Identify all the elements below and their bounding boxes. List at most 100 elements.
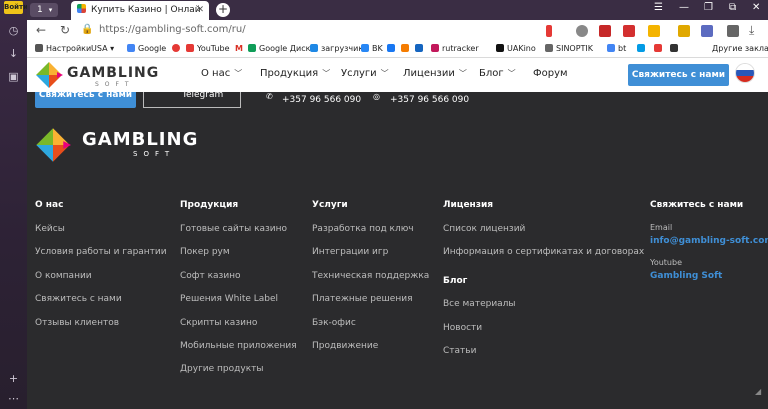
footer-title-services: Услуги [312,200,348,210]
footer-link[interactable]: Все материалы [443,299,516,309]
chevron-down-icon: ﹀ [322,69,331,78]
footer-link[interactable]: Новости [443,323,482,333]
ext-puzzle-icon[interactable] [701,25,713,37]
red-bookmark-icon [654,44,662,52]
menu-products[interactable]: Продукция ﹀ [260,68,330,79]
footer-link[interactable]: Интеграции игр [312,247,388,257]
gear-icon [35,44,43,52]
youtube-link[interactable]: Gambling Soft [650,271,722,281]
bookmark-item[interactable] [654,44,665,53]
bookmark-item[interactable] [637,44,648,53]
bookmark-item[interactable]: загрузчик [310,44,363,53]
bookmark-item[interactable]: BK [361,44,383,53]
ext-menu-icon[interactable] [727,25,739,37]
footer-title-products: Продукция [180,200,239,210]
menu-services[interactable]: Услуги ﹀ [341,68,389,79]
downloads-icon[interactable]: ⤓ [749,23,754,38]
tab-favicon-icon [77,4,86,13]
footer-link[interactable]: Покер рум [180,247,230,257]
logo-mark-icon [36,62,63,88]
gmail-icon[interactable]: M [235,44,243,53]
footer-link[interactable]: Готовые сайты казино [180,224,287,234]
footer-link[interactable]: Условия работы и гарантии [35,247,167,257]
back-icon[interactable]: ← [36,23,46,37]
bookmark-item[interactable]: bt [607,44,626,53]
ext-shield-icon[interactable] [599,25,611,37]
footer-link[interactable]: Разработка под ключ [312,224,414,234]
footer-link[interactable]: Статьи [443,346,476,356]
bookmark-item[interactable] [387,44,398,53]
g-icon [607,44,615,52]
active-tab[interactable]: Купить Казино | Онлай ✕ [71,1,209,20]
scroll-down-icon[interactable]: ◢ [755,387,761,396]
menu-icon[interactable]: ☰ [654,2,663,13]
bookmark-item[interactable]: SINOPTIK [545,44,593,53]
footer-link[interactable]: О компании [35,271,92,281]
menu-forum[interactable]: Форум [533,68,568,79]
footer-link[interactable]: Другие продукты [180,364,263,374]
ext-user-icon[interactable] [648,25,660,37]
restore-icon[interactable]: ⧉ [729,2,736,13]
profile-avatar[interactable]: Войти [4,1,28,14]
add-icon[interactable]: + [7,372,20,385]
bookmark-item[interactable] [670,44,681,53]
footer-link[interactable]: Софт казино [180,271,241,281]
sinoptik-icon [545,44,553,52]
bookmark-item[interactable]: UAKino [496,44,536,53]
bookmark-item[interactable]: Настройки [35,44,91,53]
footer-link[interactable]: Бэк-офис [312,318,356,328]
bookmark-item[interactable]: Google [127,44,166,53]
ext-globe-icon[interactable] [576,25,588,37]
close-tab-icon[interactable]: ✕ [196,1,204,20]
footer-link[interactable]: Мобильные приложения [180,341,297,351]
phone-icon: ✆ [266,92,273,101]
chevron-down-icon: ﹀ [380,69,389,78]
new-tab-button[interactable]: + [216,3,230,17]
bookmark-item[interactable]: rutracker [431,44,479,53]
footer-link[interactable]: Отзывы клиентов [35,318,119,328]
bookmark-item[interactable]: Google Диск [248,44,310,53]
footer-link[interactable]: Кейсы [35,224,65,234]
other-bookmarks[interactable]: Другие закладки [712,44,768,53]
email-link[interactable]: info@gambling-soft.com [650,236,768,246]
tabs-panel-icon[interactable]: ▣ [7,70,20,83]
bookmark-icon[interactable] [546,25,552,37]
menu-licenses[interactable]: Лицензии ﹀ [403,68,467,79]
bookmark-item[interactable] [401,44,412,53]
header-logo[interactable]: GAMBLING SOFT [35,61,185,89]
bookmarks-bar: Настройки USA ▾ Google YouTube M Google … [27,41,768,58]
header-contact-button[interactable]: Свяжитесь с нами [628,64,729,86]
footer-contact-button[interactable]: Свяжитесь с нами [35,92,136,108]
footer-link[interactable]: Платежные решения [312,294,412,304]
download-icon[interactable]: ↓ [7,47,20,60]
bookmark-item[interactable]: YouTube [186,44,230,53]
menu-about[interactable]: О нас ﹀ [201,68,242,79]
maximize-icon[interactable]: ❐ [704,2,713,13]
close-window-icon[interactable]: ✕ [752,2,760,13]
footer-link[interactable]: Скрипты казино [180,318,257,328]
footer-link[interactable]: Информация о сертификатах и договорах [443,247,644,257]
menu-blog[interactable]: Блог ﹀ [479,68,516,79]
footer-logo[interactable]: GAMBLING SOFT [35,127,197,165]
russian-flag-icon[interactable] [736,64,754,82]
reload-icon[interactable]: ↻ [60,23,70,37]
bookmark-item[interactable] [415,44,426,53]
url-field[interactable]: https://gambling-soft.com/ru/ [99,24,246,35]
ext-yellow-icon[interactable] [678,25,690,37]
lock-icon: 🔒 [81,24,94,35]
bookmark-item[interactable]: USA ▾ [91,44,114,53]
more-icon[interactable]: ⋯ [7,392,20,405]
footer-link[interactable]: Решения White Label [180,294,278,304]
phone-number-1[interactable]: +357 96 566 090 [282,95,361,105]
telegram-button[interactable]: Telegram [143,91,241,108]
history-icon[interactable]: ◷ [7,24,20,37]
footer-link[interactable]: Список лицензий [443,224,525,234]
footer-link[interactable]: Свяжитесь с нами [35,294,122,304]
tab-counter[interactable]: 1 ▾ [30,3,58,17]
phone-number-2[interactable]: +357 96 566 090 [390,95,469,105]
ext-red-icon[interactable] [623,25,635,37]
footer-link[interactable]: Техническая поддержка [312,271,429,281]
browser-sidebar: Войти ◷ ↓ ▣ + ⋯ [0,0,28,409]
minimize-icon[interactable]: — [679,2,689,13]
footer-link[interactable]: Продвижение [312,341,378,351]
